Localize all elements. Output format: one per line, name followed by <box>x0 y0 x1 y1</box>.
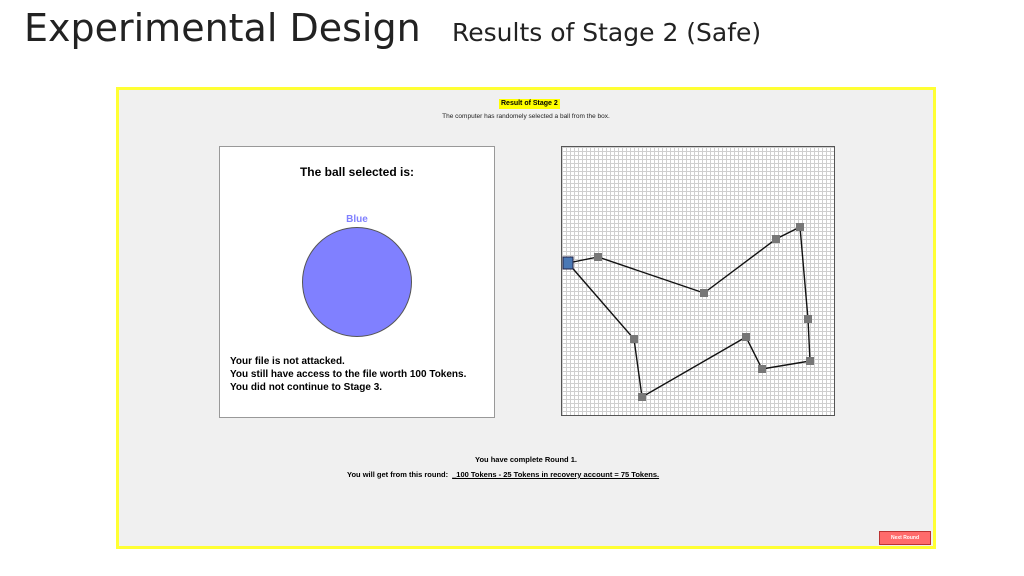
experiment-screen: Result of Stage 2 The computer has rando… <box>116 87 936 549</box>
result-lines: Your file is not attacked. You still hav… <box>230 355 466 394</box>
path-node <box>772 235 780 243</box>
selected-ball <box>302 227 412 337</box>
slide-subtitle: Results of Stage 2 (Safe) <box>452 18 762 47</box>
path-node <box>700 289 708 297</box>
path-node-start <box>562 256 574 270</box>
stage-heading: Result of Stage 2 <box>499 99 560 109</box>
result-line: You did not continue to Stage 3. <box>230 382 383 393</box>
path-node <box>630 335 638 343</box>
path-node <box>806 357 814 365</box>
result-line: Your file is not attacked. <box>230 356 345 367</box>
result-line: You still have access to the file worth … <box>230 369 467 380</box>
path-node <box>796 223 804 231</box>
next-round-button[interactable]: Next Round <box>879 531 931 545</box>
earnings-value: _100 Tokens - 25 Tokens in recovery acco… <box>452 470 660 479</box>
path-line <box>567 225 811 399</box>
round-earnings: You will get from this round: _100 Tokens… <box>347 470 659 479</box>
path-node <box>638 393 646 401</box>
path-node <box>594 253 602 261</box>
path-drawing <box>562 223 814 401</box>
path-node <box>758 365 766 373</box>
round-complete-text: You have complete Round 1. <box>475 455 577 464</box>
ball-result-panel: The ball selected is: Blue Your file is … <box>219 146 495 418</box>
path-node <box>742 333 750 341</box>
slide-title: Experimental Design <box>24 6 421 50</box>
path-grid[interactable] <box>561 146 835 416</box>
path-node <box>804 315 812 323</box>
earnings-label: You will get from this round: <box>347 470 449 479</box>
ball-color-label: Blue <box>346 214 368 225</box>
ball-heading: The ball selected is: <box>299 165 415 179</box>
selection-note: The computer has randomely selected a ba… <box>442 113 610 120</box>
